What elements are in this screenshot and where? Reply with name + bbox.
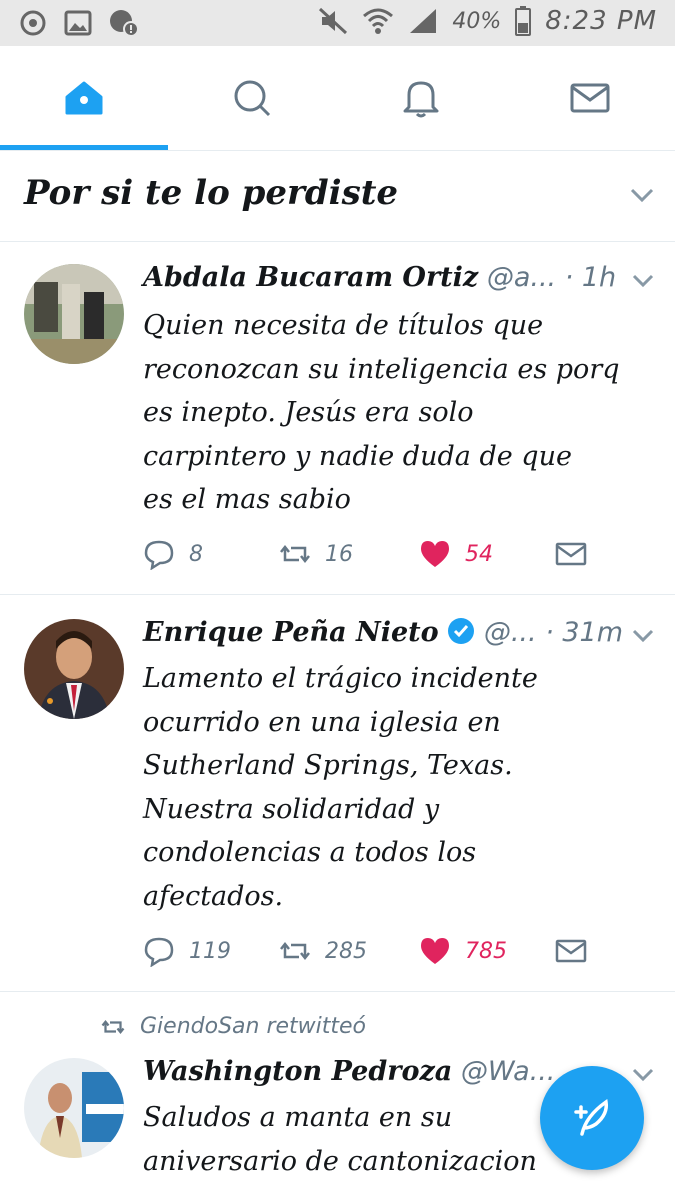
tab-messages[interactable] [506,46,674,150]
dm-button[interactable] [555,538,587,570]
section-header: Por si te lo perdiste [0,151,675,242]
retweet-icon [280,544,310,564]
retweet-count: 285 [325,938,367,964]
mail-icon [555,939,587,963]
mute-icon [319,7,348,35]
like-button[interactable]: 54 [419,538,493,570]
reply-button[interactable]: 119 [143,935,231,967]
bell-icon [403,81,439,118]
tab-notifications[interactable] [337,46,505,150]
signal-icon [410,9,437,33]
home-icon [65,81,103,115]
avatar[interactable] [24,619,124,719]
retweet-count: 16 [325,541,353,567]
reply-icon [144,540,174,570]
retweet-icon [101,1019,125,1034]
sync-icon [20,10,46,36]
author-handle[interactable]: @... [484,617,537,648]
tab-bar [0,46,675,151]
status-bar: 40% 8:23 PM [0,0,675,46]
chevron-down-icon[interactable] [630,187,654,203]
like-count: 54 [465,541,493,567]
tweet[interactable]: Enrique Peña Nieto @... · 31m Lamento el… [0,595,675,992]
retweet-icon [280,941,310,961]
tweet-text: Quien necesita de títulos que reconozcan… [143,310,620,515]
reply-icon [144,937,174,967]
author-name[interactable]: Enrique Peña Nieto [143,617,439,648]
tweet-text: Lamento el trágico incidente ocurrido en… [143,663,538,912]
mail-icon [570,83,610,113]
search-icon [234,80,271,117]
tweet-time: · 31m [545,617,624,648]
reply-count: 119 [189,938,231,964]
battery-icon [515,6,532,36]
compose-tweet-button[interactable] [540,1066,644,1170]
image-icon [64,10,92,36]
wifi-icon [363,8,394,34]
alert-icon [110,10,139,37]
avatar[interactable] [24,1058,124,1158]
author-handle[interactable]: @Wa... [461,1056,556,1087]
avatar[interactable] [24,264,124,364]
author-name[interactable]: Abdala Bucaram Ortiz [143,262,478,293]
like-button[interactable]: 785 [419,935,507,967]
reply-button[interactable]: 8 [143,538,203,570]
tweet[interactable]: Abdala Bucaram Ortiz @a... · 1h Quien ne… [0,242,675,595]
chevron-down-icon[interactable] [632,1068,654,1082]
compose-feather-icon [574,1098,609,1136]
retweet-context[interactable]: GiendoSan retwitteó [100,1014,366,1039]
tweet-actions: 119 285 785 [143,935,643,975]
active-tab-indicator [0,145,168,150]
dm-button[interactable] [555,935,587,967]
heart-icon [421,541,449,567]
like-count: 785 [465,938,507,964]
reply-count: 8 [189,541,203,567]
heart-icon [421,938,449,964]
tweet-actions: 8 16 54 [143,538,643,578]
chevron-down-icon[interactable] [632,274,654,288]
verified-badge-icon [448,618,475,644]
retweeted-by: GiendoSan retwitteó [140,1014,367,1039]
tweet-time: · 1h [564,262,617,293]
retweet-button[interactable]: 285 [279,935,367,967]
author-name[interactable]: Washington Pedroza [143,1056,452,1087]
clock: 8:23 PM [545,6,657,36]
section-title: Por si te lo perdiste [24,173,399,213]
retweet-button[interactable]: 16 [279,538,353,570]
mail-icon [555,542,587,566]
author-handle[interactable]: @a... [487,262,556,293]
tab-search[interactable] [168,46,336,150]
tab-home[interactable] [0,46,168,150]
chevron-down-icon[interactable] [632,629,654,643]
battery-percent: 40% [452,8,502,34]
